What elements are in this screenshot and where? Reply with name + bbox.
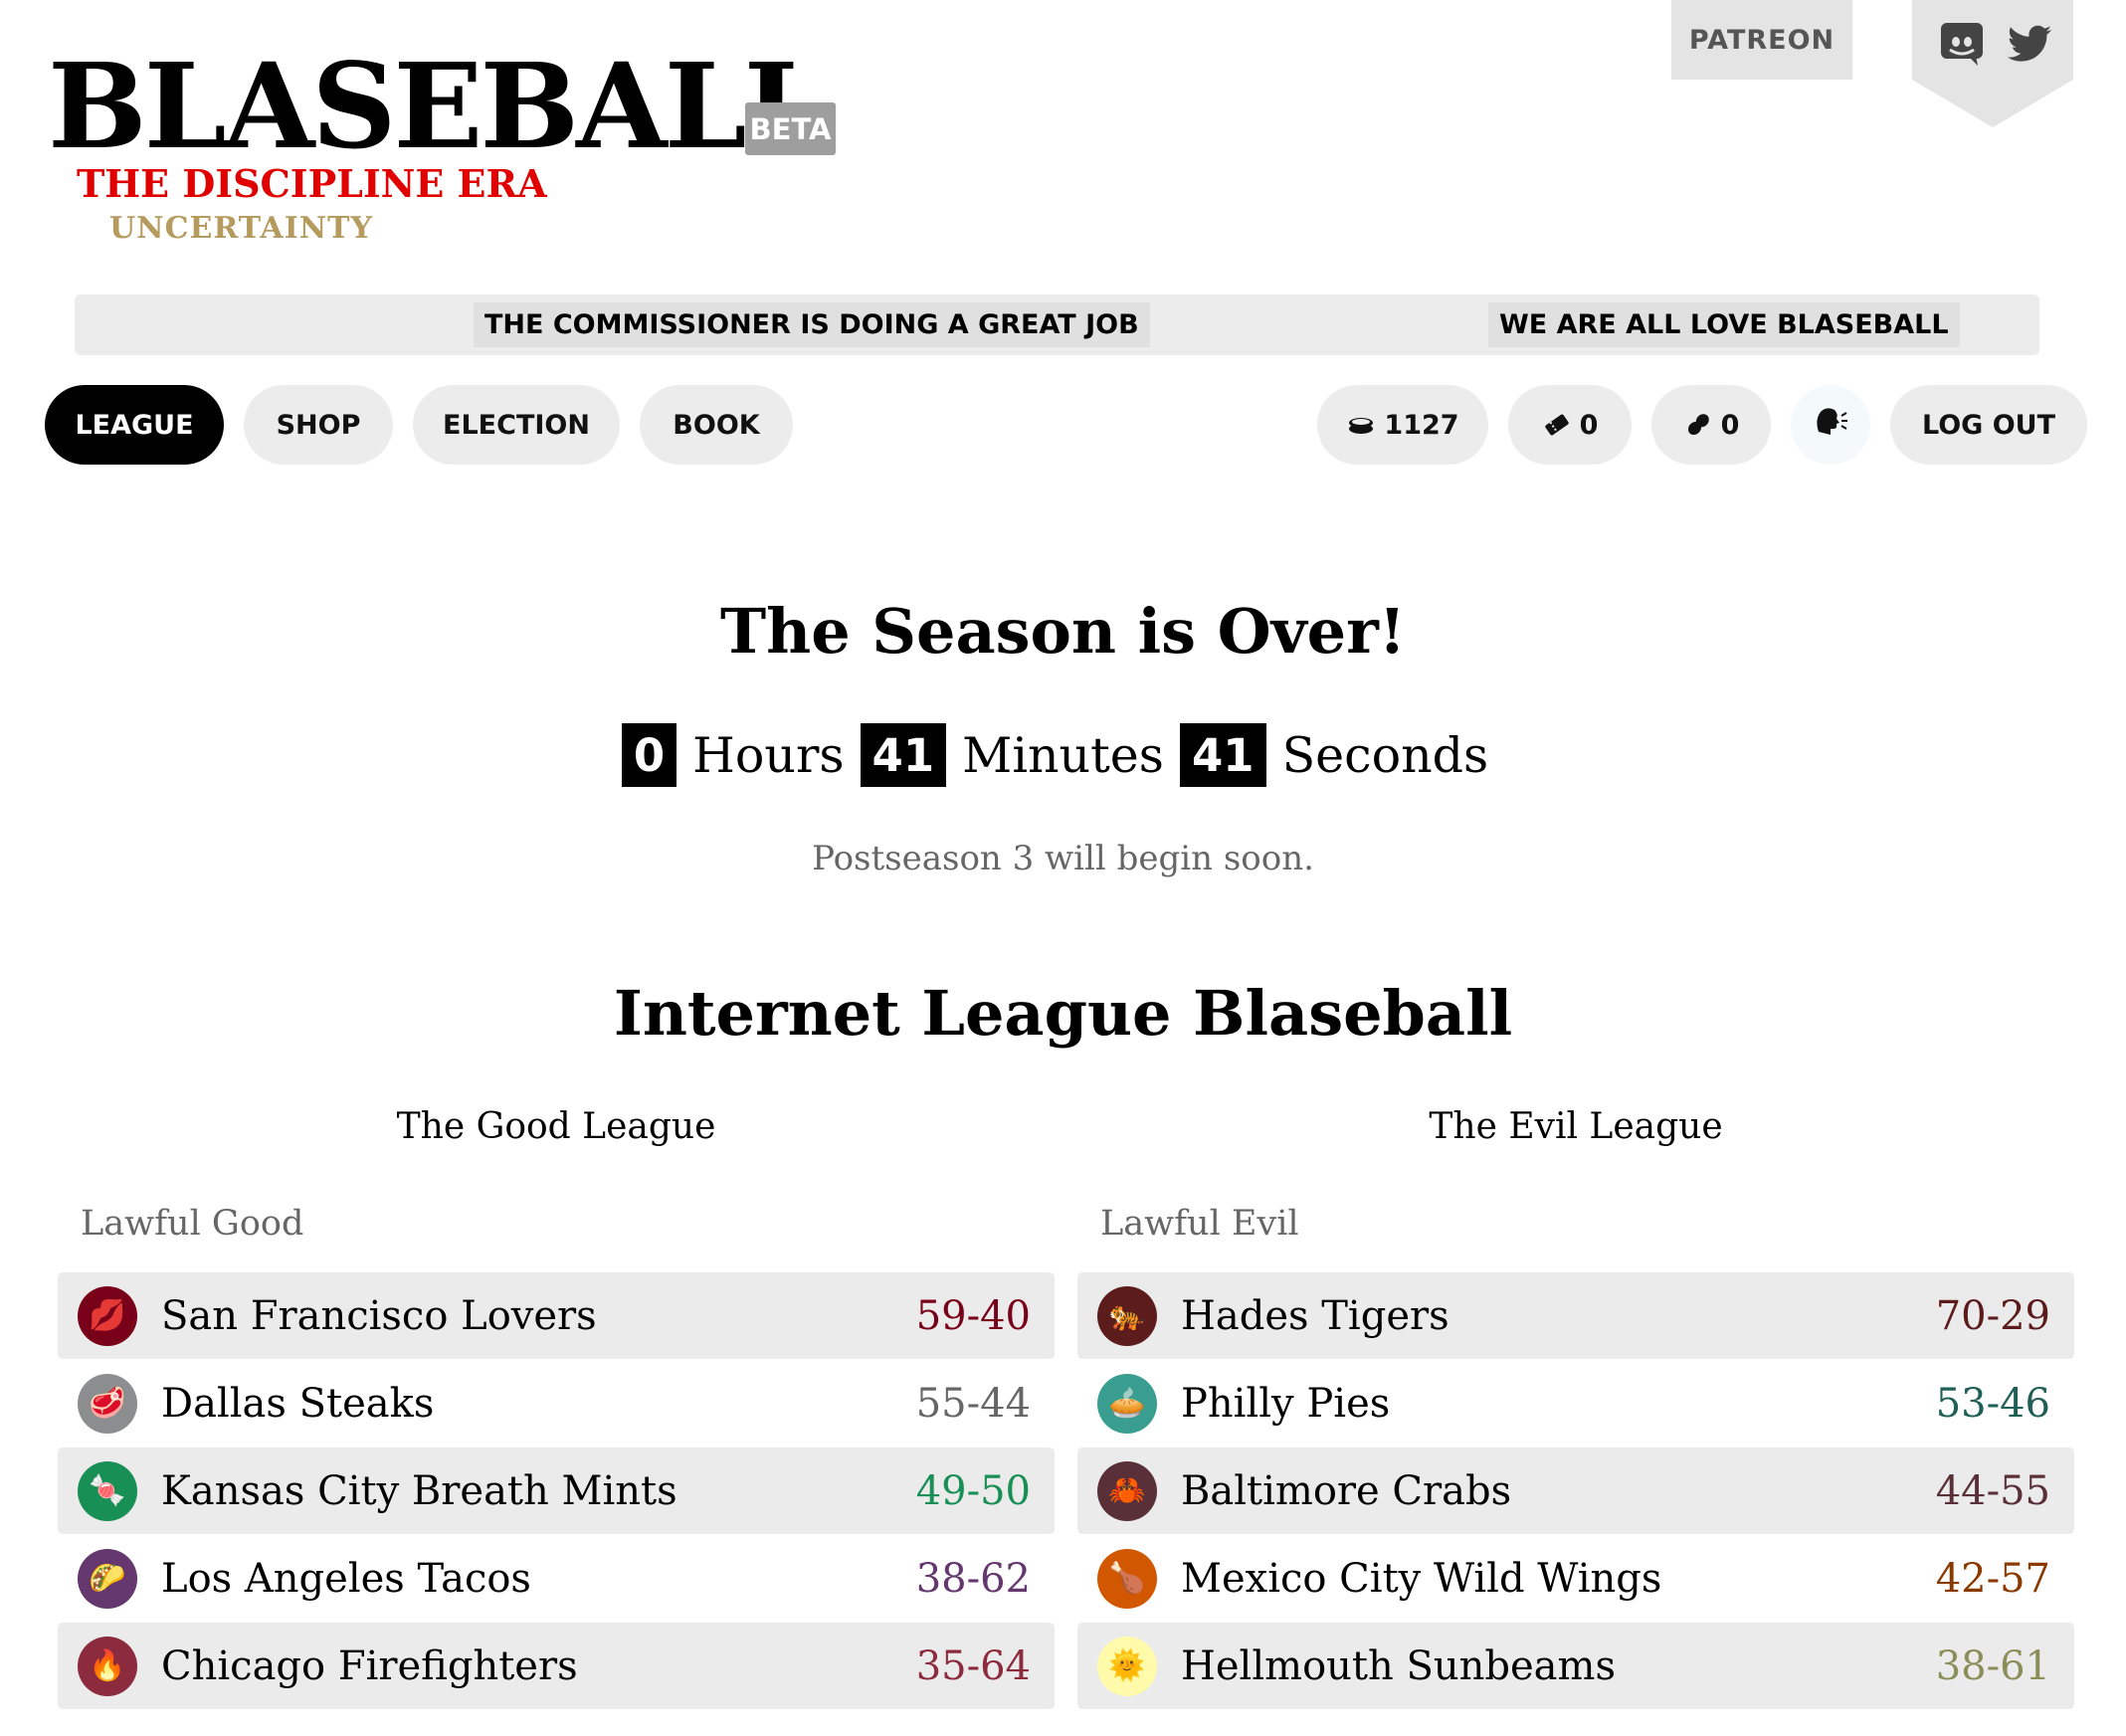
team-name: Philly Pies [1181,1380,1391,1427]
coins-button[interactable]: 1127 [1317,385,1488,465]
minutes-value: 41 [860,723,947,787]
team-emblem-icon: 🦀 [1097,1460,1157,1521]
team-row[interactable]: 🔥 Chicago Firefighters 35-64 [58,1623,1055,1709]
team-emblem-icon: 🍗 [1097,1548,1157,1609]
twitter-icon[interactable] [2006,20,2053,68]
team-record: 59-40 [915,1292,1031,1339]
seconds-value: 41 [1179,723,1266,787]
season-status-title: The Season is Over! [720,595,1406,668]
coins-icon [1346,410,1376,440]
seconds-label: Seconds [1281,726,1489,784]
team-row[interactable]: 🐅 Hades Tigers 70-29 [1077,1272,2074,1359]
coins-count: 1127 [1384,409,1459,441]
minutes-label: Minutes [962,726,1164,784]
team-record: 38-62 [915,1555,1031,1602]
team-emblem-icon: 🍬 [78,1460,137,1521]
team-name: Chicago Firefighters [161,1642,578,1689]
good-league-title: The Good League [396,1106,716,1147]
speaking-head-icon [1811,402,1850,449]
team-row[interactable]: 🥧 Philly Pies 53-46 [1077,1360,2074,1447]
team-emblem-icon: 🥩 [78,1373,137,1434]
team-row[interactable]: 🍗 Mexico City Wild Wings 42-57 [1077,1535,2074,1622]
team-emblem-icon: 🥧 [1097,1373,1157,1434]
nav-election[interactable]: ELECTION [413,385,620,465]
team-name: Los Angeles Tacos [161,1555,531,1602]
team-emblem-icon: 🐅 [1097,1285,1157,1346]
team-name: Baltimore Crabs [1181,1467,1512,1514]
hours-value: 0 [621,723,677,787]
era-title: THE DISCIPLINE ERA [77,161,547,206]
league-title: Internet League Blaseball [613,977,1513,1050]
team-name: Hellmouth Sunbeams [1181,1642,1616,1689]
team-row[interactable]: 🌞 Hellmouth Sunbeams 38-61 [1077,1623,2074,1709]
countdown-timer: 0 Hours 41 Minutes 41 Seconds [0,723,2126,787]
ticker-message: THE COMMISSIONER IS DOING A GREAT JOB [474,302,1150,347]
site-logo[interactable]: BLASEBALL [48,48,827,165]
team-record: 35-64 [915,1642,1031,1689]
logout-button[interactable]: LOG OUT [1890,385,2087,465]
good-division-title: Lawful Good [81,1204,304,1244]
team-row[interactable]: 🌮 Los Angeles Tacos 38-62 [58,1535,1055,1622]
team-record: 44-55 [1935,1467,2050,1514]
team-name: Dallas Steaks [161,1380,435,1427]
team-row[interactable]: 🥩 Dallas Steaks 55-44 [58,1360,1055,1447]
team-record: 49-50 [915,1467,1031,1514]
team-emblem-icon: 🔥 [78,1636,137,1696]
team-record: 53-46 [1935,1380,2050,1427]
hours-label: Hours [692,726,845,784]
nav-league[interactable]: LEAGUE [45,385,224,465]
team-emblem-icon: 💋 [78,1285,137,1346]
announcer-toggle[interactable] [1791,385,1870,465]
news-ticker: THE COMMISSIONER IS DOING A GREAT JOB WE… [75,294,2039,355]
team-row[interactable]: 🍬 Kansas City Breath Mints 49-50 [58,1447,1055,1534]
nav-shop[interactable]: SHOP [244,385,393,465]
team-name: Kansas City Breath Mints [161,1467,677,1514]
team-row[interactable]: 🦀 Baltimore Crabs 44-55 [1077,1447,2074,1534]
peanuts-count: 0 [1720,409,1740,441]
patreon-link[interactable]: PATREON [1671,0,1852,80]
social-links [1912,0,2073,127]
ticker-message: WE ARE ALL LOVE BLASEBALL [1488,302,1960,347]
team-name: Mexico City Wild Wings [1181,1555,1662,1602]
team-name: San Francisco Lovers [161,1292,597,1339]
team-record: 55-44 [915,1380,1031,1427]
beta-badge: BETA [745,102,836,155]
team-name: Hades Tigers [1181,1292,1450,1339]
votes-count: 0 [1579,409,1599,441]
votes-button[interactable]: 0 [1508,385,1632,465]
peanut-icon [1683,410,1713,440]
nav-book[interactable]: BOOK [640,385,793,465]
team-emblem-icon: 🌞 [1097,1636,1157,1696]
team-record: 70-29 [1935,1292,2050,1339]
postseason-note: Postseason 3 will begin soon. [812,839,1314,878]
evil-league-title: The Evil League [1429,1106,1723,1147]
team-record: 38-61 [1935,1642,2050,1689]
discord-icon[interactable] [1938,20,1986,68]
team-emblem-icon: 🌮 [78,1548,137,1609]
evil-division-title: Lawful Evil [1100,1204,1299,1244]
team-row[interactable]: 💋 San Francisco Lovers 59-40 [58,1272,1055,1359]
team-record: 42-57 [1935,1555,2050,1602]
peanuts-button[interactable]: 0 [1651,385,1771,465]
era-subtitle: UNCERTAINTY [109,211,373,246]
ticket-icon [1542,410,1572,440]
